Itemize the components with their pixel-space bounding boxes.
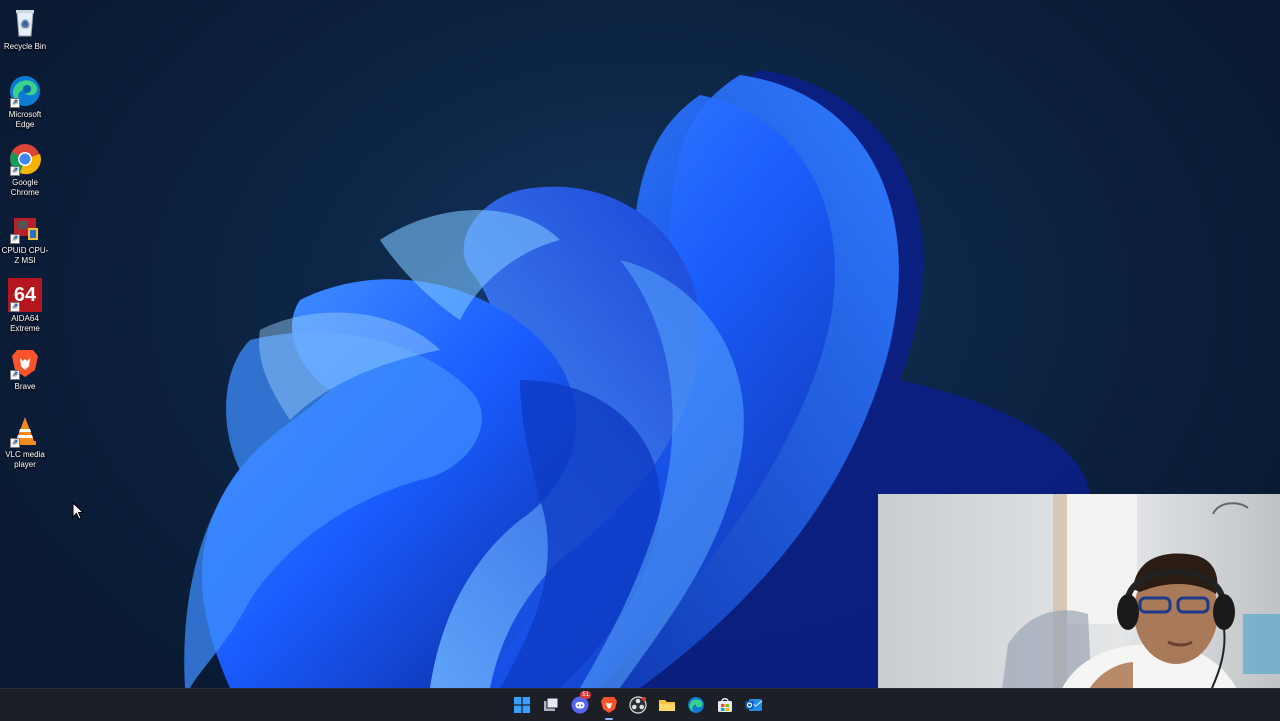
edge-icon: ↗ <box>8 74 42 108</box>
desktop-icon-vlc[interactable]: ↗ VLC media player <box>0 410 50 470</box>
taskbar-pinned-apps: 51 <box>510 691 766 720</box>
desktop-icon-label: CPUID CPU-Z MSI <box>1 246 49 265</box>
taskbar-outlook-button[interactable] <box>742 693 766 717</box>
taskbar-edge-button[interactable] <box>684 693 708 717</box>
brave-icon <box>601 697 617 713</box>
edge-icon <box>688 697 704 713</box>
obs-icon <box>629 696 647 714</box>
webcam-feed <box>878 494 1280 720</box>
taskbar-store-button[interactable] <box>713 693 737 717</box>
taskbar-discord-button[interactable]: 51 <box>568 691 592 717</box>
desktop-icon-label: Brave <box>14 382 36 391</box>
svg-text:♻: ♻ <box>21 20 29 30</box>
shortcut-arrow-icon: ↗ <box>10 234 20 244</box>
shortcut-arrow-icon: ↗ <box>10 438 20 448</box>
mouse-cursor-icon <box>72 502 84 520</box>
desktop-icon-cpuz[interactable]: ↗ CPUID CPU-Z MSI <box>0 206 50 266</box>
desktop-icon-edge[interactable]: ↗ Microsoft Edge <box>0 70 50 130</box>
brave-icon: ↗ <box>8 346 42 380</box>
desktop-icon-label: AIDA64 Extreme <box>10 314 40 333</box>
desktop-icon-brave[interactable]: ↗ Brave <box>0 342 50 392</box>
chrome-icon: ↗ <box>8 142 42 176</box>
vlc-icon: ↗ <box>8 414 42 448</box>
desktop-icon-label: VLC media player <box>5 450 45 469</box>
taskbar-brave-button[interactable] <box>597 693 621 720</box>
windows-start-icon <box>514 697 530 713</box>
folder-icon <box>659 700 675 711</box>
webcam-overlay <box>878 494 1280 720</box>
taskbar-start-button[interactable] <box>510 693 534 717</box>
desktop-icon-aida64[interactable]: 64 ↗ AIDA64 Extreme <box>0 274 50 334</box>
taskbar-task-view-button[interactable] <box>539 693 563 717</box>
mail-icon <box>745 699 763 711</box>
shortcut-arrow-icon: ↗ <box>10 302 20 312</box>
shortcut-arrow-icon: ↗ <box>10 370 20 380</box>
notification-badge: 51 <box>580 691 591 699</box>
taskbar-file-explorer-button[interactable] <box>655 693 679 717</box>
taskbar-obs-button[interactable] <box>626 693 650 717</box>
cpuz-icon: ↗ <box>8 210 42 244</box>
desktop-icon-label: Google Chrome <box>10 178 40 197</box>
desktop-icon-recycle-bin[interactable]: ♻ Recycle Bin <box>0 2 50 52</box>
shortcut-arrow-icon: ↗ <box>10 98 20 108</box>
aida64-icon: 64 ↗ <box>8 278 42 312</box>
desktop-icon-chrome[interactable]: ↗ Google Chrome <box>0 138 50 198</box>
task-view-icon <box>544 697 559 711</box>
taskbar: 51 <box>0 688 1280 721</box>
shortcut-arrow-icon: ↗ <box>10 166 20 176</box>
recycle-bin-icon: ♻ <box>8 6 42 40</box>
desktop-icon-label: Recycle Bin <box>3 42 47 51</box>
desktop-icon-label: Microsoft Edge <box>8 110 42 129</box>
store-icon <box>718 698 732 712</box>
